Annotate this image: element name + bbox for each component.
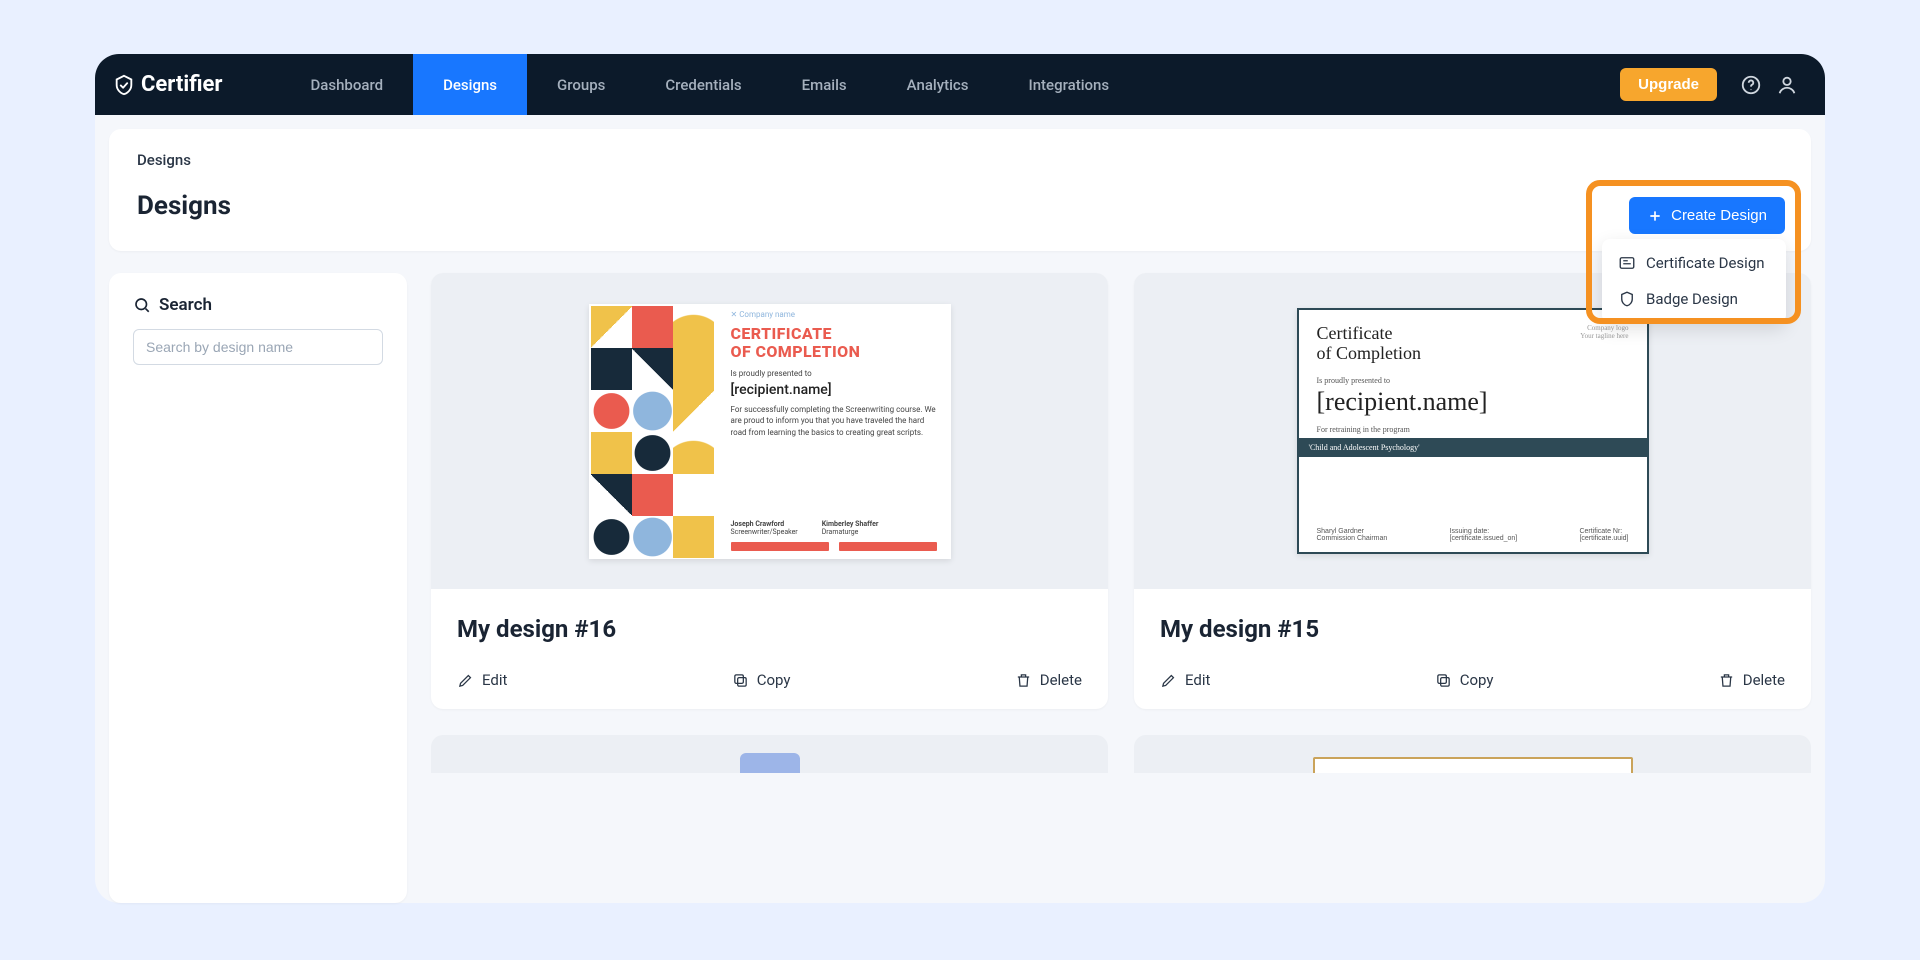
upgrade-button[interactable]: Upgrade xyxy=(1620,68,1717,101)
nav-items: Dashboard Designs Groups Credentials Ema… xyxy=(281,54,1140,115)
delete-design-button[interactable]: Delete xyxy=(1718,671,1785,689)
edit-design-button[interactable]: Edit xyxy=(457,671,507,689)
brand-logo: Certifier xyxy=(113,72,223,97)
cert2-logo1: Company logo xyxy=(1587,324,1628,332)
nav-item-dashboard[interactable]: Dashboard xyxy=(281,54,414,115)
edit-label: Edit xyxy=(1185,671,1210,689)
nav-item-groups[interactable]: Groups xyxy=(527,54,635,115)
edit-design-button[interactable]: Edit xyxy=(1160,671,1210,689)
copy-design-button[interactable]: Copy xyxy=(732,671,791,689)
search-icon xyxy=(133,296,151,314)
copy-design-button[interactable]: Copy xyxy=(1435,671,1494,689)
cert2-presented: Is proudly presented to xyxy=(1317,376,1629,385)
design-card-title: My design #16 xyxy=(457,615,1082,643)
certifier-logo-icon xyxy=(113,74,135,96)
dropdown-badge-design[interactable]: Badge Design xyxy=(1602,281,1786,317)
nav-item-emails[interactable]: Emails xyxy=(772,54,877,115)
dropdown-certificate-design[interactable]: Certificate Design xyxy=(1602,245,1786,281)
cert1-presented: Is proudly presented to xyxy=(731,369,937,378)
cert2-retrain: For retraining in the program xyxy=(1317,425,1629,434)
nav-item-integrations[interactable]: Integrations xyxy=(998,54,1139,115)
cert1-company: ✕ Company name xyxy=(731,310,937,319)
top-navbar: Certifier Dashboard Designs Groups Crede… xyxy=(95,54,1825,115)
copy-icon xyxy=(732,672,749,689)
copy-label: Copy xyxy=(1460,671,1494,689)
plus-icon xyxy=(1647,208,1663,224)
breadcrumb[interactable]: Designs xyxy=(137,151,1783,169)
cert2-f2b: [certificate.issued_on] xyxy=(1450,535,1518,542)
design-card-peek[interactable] xyxy=(431,735,1108,773)
page-title: Designs xyxy=(137,191,1783,221)
cert2-f2a: Issuing date: xyxy=(1450,528,1518,535)
cert2-logo2: Your tagline here xyxy=(1580,332,1628,340)
cert1-paragraph: For successfully completing the Screenwr… xyxy=(731,404,937,438)
cert1-sig2-role: Dramaturge xyxy=(822,528,859,536)
cert2-f3a: Certificate Nr: xyxy=(1579,528,1628,535)
cert2-f1a: Sharyl Gardner xyxy=(1317,528,1388,535)
search-heading-label: Search xyxy=(159,295,212,315)
create-design-dropdown: Certificate Design Badge Design xyxy=(1602,239,1786,323)
design-card: ✕ Company name CERTIFICATE OF COMPLETION… xyxy=(431,273,1108,709)
design-card-peek[interactable] xyxy=(1134,735,1811,773)
delete-label: Delete xyxy=(1040,671,1082,689)
page-header: Designs Designs Create Design Certificat… xyxy=(109,129,1811,251)
edit-icon xyxy=(1160,672,1177,689)
nav-item-designs[interactable]: Designs xyxy=(413,54,527,115)
cert1-sig1-role: Screenwriter/Speaker xyxy=(731,528,798,536)
search-heading: Search xyxy=(133,295,383,315)
cert2-band: 'Child and Adolescent Psychology' xyxy=(1299,438,1647,457)
cert1-sig2-name: Kimberley Shaffer xyxy=(822,520,879,528)
copy-label: Copy xyxy=(757,671,791,689)
search-input[interactable] xyxy=(133,329,383,365)
design-card-title: My design #15 xyxy=(1160,615,1785,643)
create-design-button[interactable]: Create Design xyxy=(1629,197,1785,234)
cert2-heading2: of Completion xyxy=(1317,344,1422,364)
dropdown-certificate-label: Certificate Design xyxy=(1646,254,1765,272)
trash-icon xyxy=(1015,672,1032,689)
cert1-heading2: OF COMPLETION xyxy=(731,343,937,361)
badge-icon xyxy=(1618,290,1636,308)
design-thumbnail[interactable]: ✕ Company name CERTIFICATE OF COMPLETION… xyxy=(431,273,1108,589)
edit-icon xyxy=(457,672,474,689)
cert1-recipient: [recipient.name] xyxy=(731,382,937,398)
cert2-f1b: Commission Chairman xyxy=(1317,535,1388,542)
cert2-heading1: Certificate xyxy=(1317,324,1422,344)
copy-icon xyxy=(1435,672,1452,689)
trash-icon xyxy=(1718,672,1735,689)
edit-label: Edit xyxy=(482,671,507,689)
certificate-icon xyxy=(1618,254,1636,272)
delete-design-button[interactable]: Delete xyxy=(1015,671,1082,689)
cert2-recipient: [recipient.name] xyxy=(1317,387,1629,417)
dropdown-badge-label: Badge Design xyxy=(1646,290,1738,308)
design-card: Certificate of Completion Company logo Y… xyxy=(1134,273,1811,709)
cert2-f3b: [certificate.uuid] xyxy=(1579,535,1628,542)
cert1-sig1-name: Joseph Crawford xyxy=(731,520,798,528)
profile-icon[interactable] xyxy=(1769,67,1805,103)
delete-label: Delete xyxy=(1743,671,1785,689)
nav-item-credentials[interactable]: Credentials xyxy=(635,54,771,115)
create-design-label: Create Design xyxy=(1671,207,1767,224)
nav-item-analytics[interactable]: Analytics xyxy=(877,54,999,115)
cert1-heading1: CERTIFICATE xyxy=(731,325,937,343)
search-sidebar: Search xyxy=(109,273,407,903)
brand-name: Certifier xyxy=(141,72,223,97)
help-icon[interactable] xyxy=(1733,67,1769,103)
